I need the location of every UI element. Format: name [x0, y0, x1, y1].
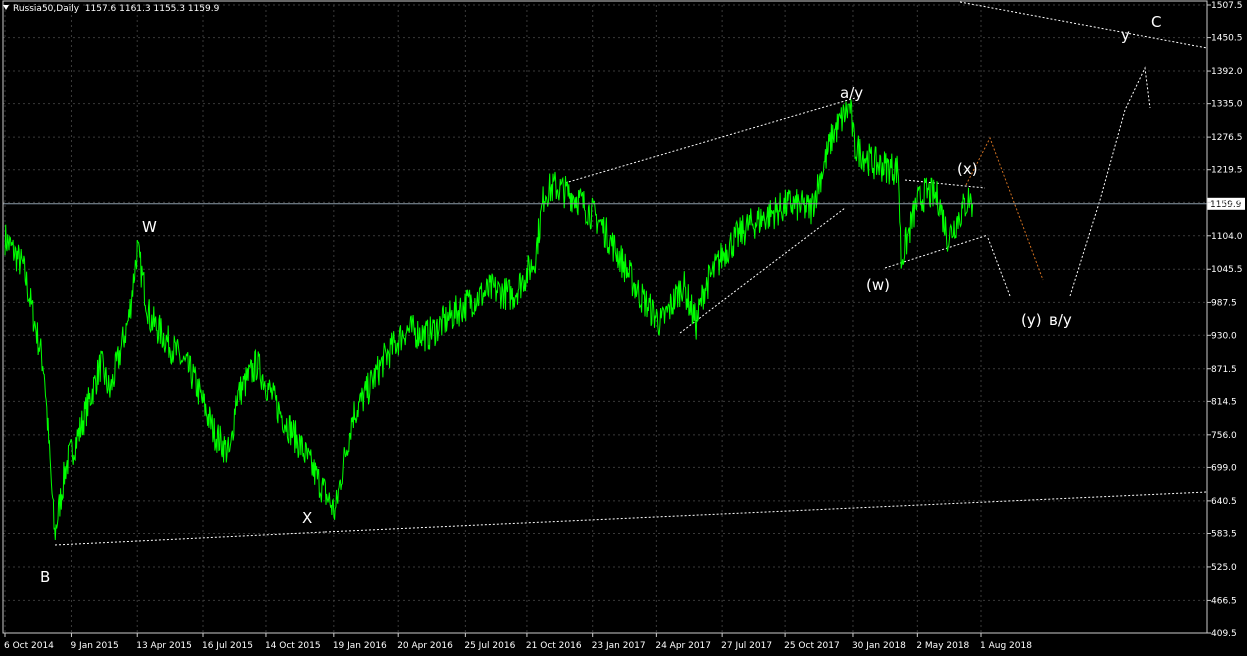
- y-tick-label: 583.5: [1211, 529, 1237, 539]
- x-tick-label: 9 Jan 2015: [70, 641, 118, 651]
- wave-label: W: [142, 218, 157, 236]
- y-tick-label: 640.5: [1211, 497, 1237, 507]
- wave-label: (x): [957, 160, 978, 178]
- y-tick-label: 987.5: [1211, 298, 1237, 308]
- x-tick-label: 19 Jan 2016: [333, 641, 387, 651]
- y-tick-label: 1045.5: [1211, 265, 1243, 275]
- trendlines: [54, 1, 1208, 546]
- x-tick-label: 23 Jan 2017: [592, 641, 646, 651]
- wave-label: B: [40, 568, 50, 586]
- wave-label: X: [302, 509, 312, 527]
- trendline: [324, 491, 1208, 533]
- x-tick-label: 25 Oct 2017: [784, 641, 840, 651]
- current-price-line: 1159.9: [3, 197, 1245, 210]
- x-tick-label: 14 Oct 2015: [265, 641, 321, 651]
- y-tick-label: 814.5: [1211, 397, 1237, 407]
- y-tick-label: 699.0: [1211, 463, 1237, 473]
- ohlc-values: 1157.6 1161.3 1155.3 1159.9: [84, 4, 220, 14]
- x-tick-label: 27 Jul 2017: [721, 641, 772, 651]
- y-tick-label: 930.0: [1211, 331, 1237, 341]
- trendline: [564, 97, 856, 184]
- price-chart[interactable]: 1159.9 1507.5 1450.5 1392.0 1335.0 1276.5 121…: [0, 0, 1247, 656]
- y-tick-label: 1219.5: [1211, 166, 1243, 176]
- wave-label: (w): [866, 276, 890, 294]
- price-line: [4, 99, 974, 541]
- chart-header: Russia50,Daily 1157.6 1161.3 1155.3 1159…: [3, 4, 219, 15]
- x-tick-label: 30 Jan 2018: [852, 641, 906, 651]
- projection-white: [1069, 66, 1151, 297]
- y-tick-label: 1104.0: [1211, 232, 1243, 242]
- y-tick-label: 756.0: [1211, 431, 1237, 441]
- x-tick-label: 24 Apr 2017: [655, 641, 711, 651]
- projection-white: [987, 237, 1011, 297]
- y-tick-label: 466.5: [1211, 596, 1237, 606]
- x-tick-label: 2 May 2018: [916, 641, 969, 651]
- wave-label: C: [1151, 13, 1161, 31]
- trendline: [959, 1, 1208, 49]
- x-tick-label: 6 Oct 2014: [4, 641, 54, 651]
- chart-area[interactable]: 1159.9 1507.5 1450.5 1392.0 1335.0 1276.5 121…: [0, 0, 1247, 656]
- symbol-label: Russia50,Daily: [13, 4, 80, 14]
- wave-label: a/y: [840, 84, 863, 102]
- y-tick-label: 525.0: [1211, 563, 1237, 573]
- wave-label: в/у: [1049, 311, 1072, 329]
- y-tick-label: 1507.5: [1211, 1, 1243, 11]
- y-tick-label: 1450.5: [1211, 34, 1243, 44]
- x-tick-label: 1 Aug 2018: [980, 641, 1032, 651]
- x-tick-label: 20 Apr 2016: [397, 641, 453, 651]
- wave-label: у: [1121, 26, 1130, 44]
- wave-label: (y): [1021, 311, 1042, 329]
- y-tick-label: 1162.5: [1211, 198, 1243, 208]
- y-tick-label: 409.5: [1211, 629, 1237, 639]
- wave-annotations: B W Xa/y (w) (x) (y) в/у у C: [40, 13, 1161, 586]
- x-tick-label: 25 Jul 2016: [464, 641, 515, 651]
- projection-lines: [965, 66, 1151, 297]
- y-tick-label: 871.5: [1211, 365, 1237, 375]
- price-series: [4, 99, 974, 541]
- x-tick-label: 13 Apr 2015: [136, 641, 192, 651]
- caret-down-icon[interactable]: [3, 5, 9, 10]
- trendline: [679, 207, 846, 334]
- y-tick-label: 1335.0: [1211, 100, 1243, 110]
- y-tick-label: 1392.0: [1211, 67, 1243, 77]
- y-tick-label: 1276.5: [1211, 133, 1243, 143]
- x-tick-label: 21 Oct 2016: [526, 641, 582, 651]
- x-tick-label: 16 Jul 2015: [202, 641, 253, 651]
